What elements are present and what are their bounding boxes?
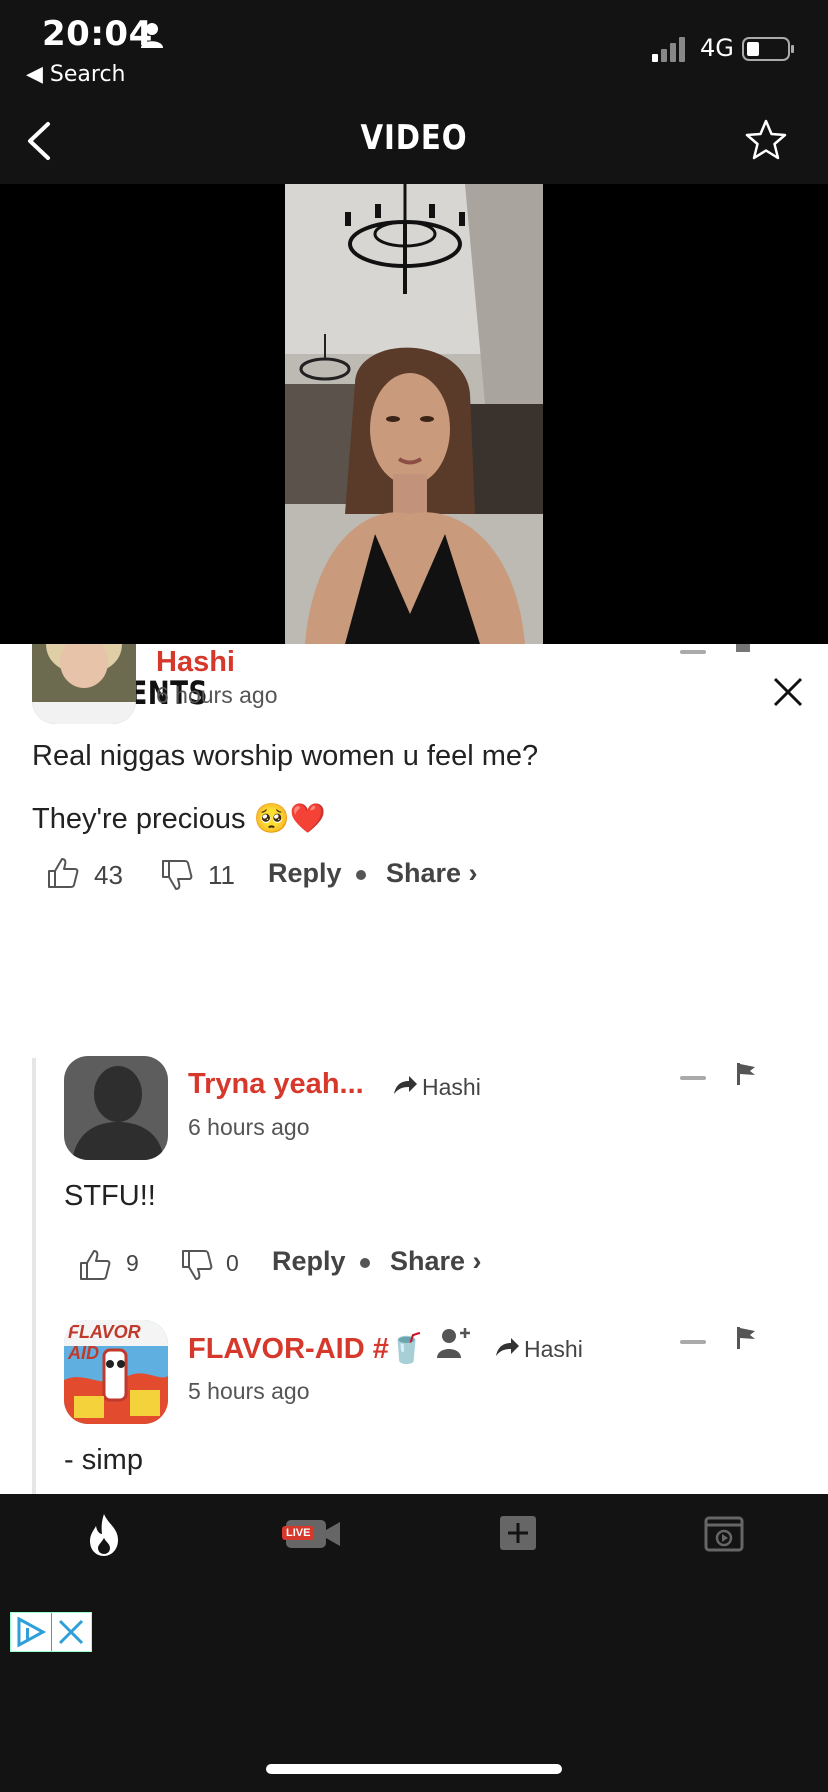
signal-icon (652, 37, 685, 62)
comment-time: 5 hours ago (188, 1378, 310, 1404)
comment-username[interactable]: Hashi (156, 646, 235, 679)
person-icon (141, 23, 163, 48)
avatar-logo-text: FLAVOR AID (68, 1322, 141, 1363)
back-to-search[interactable]: ◀︎ Search (26, 62, 126, 87)
separator-dot (356, 870, 366, 880)
comment-text: STFU!! (64, 1180, 156, 1212)
dislike-count: 11 (208, 860, 235, 890)
page-title: VIDEO (360, 118, 468, 158)
video-player[interactable] (0, 184, 828, 644)
reply-button[interactable]: Reply (268, 858, 342, 889)
battery-icon (742, 37, 794, 61)
home-indicator[interactable] (266, 1764, 562, 1774)
add-user-icon[interactable] (436, 1326, 472, 1360)
status-bar: 20:04 ◀︎ Search 4G (0, 0, 828, 100)
collapse-minus-icon[interactable] (680, 1340, 706, 1344)
reply-arrow-icon (394, 1076, 417, 1094)
close-ad-icon[interactable] (55, 1617, 87, 1647)
dislike-count: 0 (226, 1250, 239, 1276)
thumbs-down-icon[interactable] (160, 858, 194, 892)
live-badge: LIVE (282, 1526, 315, 1540)
app-header: VIDEO (0, 100, 828, 184)
reply-arrow-icon (496, 1338, 519, 1356)
flame-icon[interactable] (74, 1510, 134, 1558)
comment-username[interactable]: Tryna yeah... (188, 1068, 364, 1101)
ad-banner (0, 1574, 828, 1792)
back-chevron-icon[interactable] (22, 118, 58, 164)
status-time: 20:04 (42, 14, 153, 54)
like-count: 9 (126, 1250, 139, 1276)
comment-text-line: They're precious 🥺❤️ (32, 803, 326, 835)
share-button[interactable]: Share › (386, 858, 478, 889)
comment-text-line: Real niggas worship women u feel me? (32, 740, 539, 772)
collapse-minus-icon[interactable] (680, 650, 706, 654)
flag-icon[interactable] (736, 1326, 756, 1350)
network-type: 4G (700, 34, 734, 62)
collapse-minus-icon[interactable] (680, 1076, 706, 1080)
flag-icon[interactable] (736, 644, 750, 652)
live-tab[interactable]: LIVE (280, 1510, 344, 1558)
thread-line (32, 1058, 36, 1494)
avatar[interactable] (64, 1056, 168, 1160)
comments-panel: COMMENTS Hashi 6 hours ago Real niggas w… (0, 644, 828, 1494)
thumbs-up-icon[interactable] (46, 856, 80, 890)
like-count: 43 (94, 860, 123, 890)
video-frame (285, 184, 543, 644)
comment-time: 6 hours ago (156, 682, 278, 708)
reply-to-user[interactable]: Hashi (524, 1336, 583, 1363)
flag-icon[interactable] (736, 1062, 756, 1086)
close-icon[interactable] (772, 676, 804, 708)
comment-time: 6 hours ago (188, 1114, 310, 1140)
video-library-icon[interactable] (694, 1510, 754, 1558)
ad-badge-divider (51, 1613, 52, 1651)
avatar[interactable]: FLAVOR AID (64, 1320, 168, 1424)
back-triangle-icon: ◀︎ (26, 62, 43, 87)
ad-choices-badge[interactable] (10, 1612, 92, 1652)
separator-dot (360, 1258, 370, 1268)
thumbs-up-icon[interactable] (78, 1248, 112, 1282)
thumbs-down-icon[interactable] (180, 1248, 214, 1282)
bottom-nav: LIVE (0, 1494, 828, 1574)
comment-text: - simp (64, 1444, 143, 1476)
plus-icon[interactable] (488, 1510, 548, 1558)
star-icon[interactable] (744, 118, 788, 162)
comment-username[interactable]: FLAVOR-AID #🥤 (188, 1332, 425, 1366)
reply-to-user[interactable]: Hashi (422, 1074, 481, 1101)
reply-button[interactable]: Reply (272, 1246, 346, 1277)
share-button[interactable]: Share › (390, 1246, 482, 1277)
ad-choices-icon (17, 1616, 47, 1648)
avatar[interactable] (32, 644, 136, 724)
back-to-search-label: Search (49, 62, 126, 87)
